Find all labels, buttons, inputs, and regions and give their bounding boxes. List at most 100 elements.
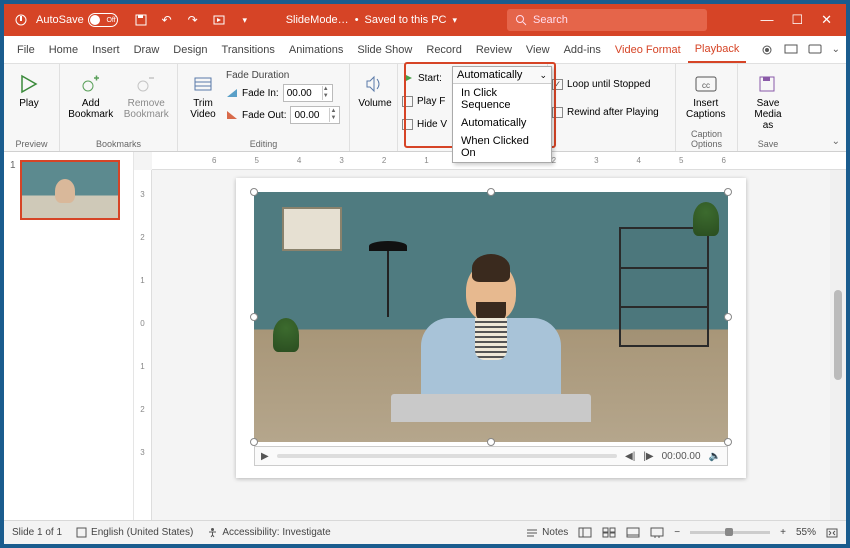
rewind-checkbox[interactable]	[552, 107, 563, 118]
tab-insert[interactable]: Insert	[85, 36, 127, 63]
insert-captions-button[interactable]: cc Insert Captions	[680, 70, 731, 122]
tab-view[interactable]: View	[519, 36, 557, 63]
tab-record[interactable]: Record	[419, 36, 468, 63]
tab-video-format[interactable]: Video Format	[608, 36, 688, 63]
fade-out-icon	[226, 110, 238, 120]
video-object[interactable]	[254, 192, 728, 442]
tab-addins[interactable]: Add-ins	[557, 36, 608, 63]
tab-review[interactable]: Review	[469, 36, 519, 63]
minimize-button[interactable]: —	[760, 12, 773, 28]
start-option-automatically[interactable]: Automatically	[453, 114, 551, 132]
notes-button[interactable]: Notes	[526, 527, 568, 538]
tab-file[interactable]: File	[10, 36, 42, 63]
tab-animations[interactable]: Animations	[282, 36, 350, 63]
tab-transitions[interactable]: Transitions	[215, 36, 282, 63]
doc-name: SlideMode…	[286, 14, 349, 26]
group-label-bookmarks: Bookmarks	[64, 137, 173, 151]
view-reading-icon[interactable]	[626, 527, 640, 538]
start-option-when-clicked[interactable]: When Clicked On	[453, 132, 551, 162]
resize-handle[interactable]	[724, 188, 732, 196]
comments-icon[interactable]	[808, 44, 822, 56]
app-menu-icon[interactable]	[10, 9, 32, 31]
zoom-level[interactable]: 55%	[796, 527, 816, 538]
player-prev-icon[interactable]: ◀|	[625, 451, 635, 462]
group-label-editing: Editing	[182, 137, 345, 151]
zoom-in-button[interactable]: +	[780, 527, 786, 538]
resize-handle[interactable]	[250, 188, 258, 196]
chevron-down-icon: ⌄	[539, 70, 547, 81]
player-track[interactable]	[277, 454, 617, 458]
captions-icon: cc	[694, 72, 718, 96]
tab-slideshow[interactable]: Slide Show	[350, 36, 419, 63]
slide: ▶ ◀| |▶ 00:00.00 🔈	[236, 178, 746, 478]
fade-in-input[interactable]: ▲▼	[283, 84, 333, 102]
view-slideshow-icon[interactable]	[650, 527, 664, 538]
present-icon[interactable]	[784, 44, 798, 56]
fit-window-icon[interactable]	[826, 528, 838, 538]
hide-checkbox[interactable]	[402, 119, 413, 130]
video-decor	[416, 262, 566, 422]
save-media-button[interactable]: Save Media as	[742, 70, 794, 133]
slide-thumbnail-1[interactable]	[20, 160, 120, 220]
add-bookmark-button[interactable]: Add Bookmark	[64, 70, 118, 122]
redo-icon[interactable]: ↷	[182, 9, 204, 31]
start-label: Start:	[418, 73, 442, 84]
search-placeholder: Search	[533, 14, 568, 26]
slide-counter[interactable]: Slide 1 of 1	[12, 527, 62, 538]
resize-handle[interactable]	[724, 438, 732, 446]
play-fullscreen-checkbox[interactable]	[402, 96, 413, 107]
camera-icon[interactable]	[760, 44, 774, 56]
undo-icon[interactable]: ↶	[156, 9, 178, 31]
start-dropdown[interactable]: Automatically ⌄ In Click Sequence Automa…	[452, 66, 552, 163]
autosave-toggle[interactable]: AutoSave Off	[36, 13, 118, 27]
resize-handle[interactable]	[250, 313, 258, 321]
volume-icon	[363, 72, 387, 96]
zoom-out-button[interactable]: −	[674, 527, 680, 538]
accessibility-status[interactable]: Accessibility: Investigate	[207, 527, 330, 538]
tab-draw[interactable]: Draw	[127, 36, 167, 63]
player-volume-icon[interactable]: 🔈	[709, 451, 721, 462]
slide-area[interactable]: ▶ ◀| |▶ 00:00.00 🔈	[152, 170, 830, 520]
player-time: 00:00.00	[662, 451, 701, 462]
maximize-button[interactable]: ☐	[791, 12, 803, 28]
loop-checkbox[interactable]: ✓	[552, 79, 563, 90]
resize-handle[interactable]	[724, 313, 732, 321]
svg-text:cc: cc	[702, 81, 710, 90]
search-input[interactable]: Search	[507, 9, 707, 31]
view-normal-icon[interactable]	[578, 527, 592, 538]
tab-design[interactable]: Design	[166, 36, 214, 63]
start-dropdown-selected[interactable]: Automatically ⌄	[453, 67, 551, 84]
close-button[interactable]: ✕	[821, 12, 832, 28]
qat-more-icon[interactable]: ▾	[234, 9, 256, 31]
fade-out-input[interactable]: ▲▼	[290, 106, 340, 124]
zoom-slider[interactable]	[690, 531, 770, 534]
trim-video-button[interactable]: Trim Video	[182, 70, 224, 122]
ribbon-options-icon[interactable]: ⌄	[832, 136, 840, 147]
volume-button[interactable]: Volume	[354, 70, 396, 111]
ribbon-tabs: File Home Insert Draw Design Transitions…	[4, 36, 846, 64]
vertical-scrollbar[interactable]	[830, 170, 846, 520]
player-play-icon[interactable]: ▶	[261, 451, 269, 462]
view-sorter-icon[interactable]	[602, 527, 616, 538]
tab-playback[interactable]: Playback	[688, 36, 747, 63]
from-beginning-icon[interactable]	[208, 9, 230, 31]
resize-handle[interactable]	[487, 188, 495, 196]
play-button[interactable]: Play	[8, 70, 50, 111]
player-next-icon[interactable]: |▶	[643, 451, 653, 462]
document-title[interactable]: SlideMode… • Saved to this PC ▾	[286, 14, 457, 26]
video-decor	[282, 207, 342, 251]
resize-handle[interactable]	[487, 438, 495, 446]
resize-handle[interactable]	[250, 438, 258, 446]
ruler-vertical: 3210123	[134, 170, 152, 520]
fade-in-icon	[226, 88, 238, 98]
search-icon	[515, 14, 527, 26]
editor-canvas: 6543210123456 3210123	[134, 152, 846, 520]
group-label-preview: Preview	[8, 137, 55, 151]
start-option-in-click[interactable]: In Click Sequence	[453, 84, 551, 114]
group-label-captions: Caption Options	[680, 127, 733, 151]
collapse-ribbon-icon[interactable]: ⌄	[832, 44, 840, 55]
save-icon[interactable]	[130, 9, 152, 31]
tab-home[interactable]: Home	[42, 36, 85, 63]
language-status[interactable]: English (United States)	[76, 527, 193, 538]
save-state: Saved to this PC	[365, 14, 447, 26]
